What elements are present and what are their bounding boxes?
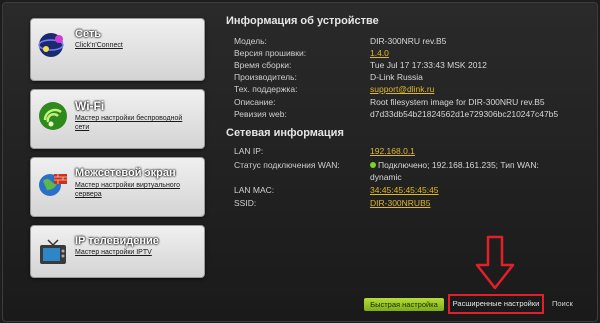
tile-network[interactable]: Сеть Click'n'Connect	[30, 18, 205, 81]
vendor-value: D-Link Russia	[370, 72, 423, 82]
advanced-settings-button[interactable]: Расширенные настройки	[448, 294, 544, 314]
network-globe-icon	[38, 33, 64, 57]
firmware-label: Версия прошивки:	[234, 48, 307, 58]
firewall-globe-icon	[39, 174, 67, 196]
description-label: Описание:	[234, 97, 276, 107]
lan-mac-label: LAN MAC:	[234, 185, 275, 195]
web-revision-label: Ревизия web:	[234, 109, 287, 119]
tile-firewall-subtitle[interactable]: Мастер настройки виртуального сервера	[75, 181, 197, 199]
firmware-value-link[interactable]: 1.4.0	[370, 48, 389, 58]
vendor-label: Производитель:	[234, 72, 297, 82]
lan-ip-link[interactable]: 192.168.0.1	[370, 146, 415, 156]
tile-wifi[interactable]: Wi-Fi Мастер настройки беспроводной сети	[30, 89, 205, 149]
support-email-link[interactable]: support@dlink.ru	[370, 84, 434, 94]
wan-status-label: Статус подключения WAN:	[234, 160, 340, 170]
tile-wifi-subtitle[interactable]: Мастер настройки беспроводной сети	[75, 114, 197, 132]
wifi-icon	[39, 102, 67, 130]
network-info-heading: Сетевая информация	[226, 127, 344, 139]
lan-ip-label: LAN IP:	[234, 146, 264, 156]
quick-setup-button[interactable]: Быстрая настройка	[364, 298, 444, 311]
red-arrow-icon	[475, 235, 515, 290]
lan-mac-value[interactable]: 34:45:45:45:45:45	[370, 185, 439, 195]
web-revision-value: d7d33db54b21824562d1e729306bc210247c47b5	[370, 109, 559, 119]
tile-wifi-title: Wi-Fi	[75, 99, 105, 113]
tile-firewall-title: Межсетевой экран	[75, 167, 176, 179]
wan-type-value: dynamic	[370, 172, 402, 182]
search-link[interactable]: Поиск	[552, 299, 573, 308]
status-dot-icon	[370, 162, 376, 168]
ssid-label: SSID:	[234, 198, 257, 208]
tile-iptv-title: IP телевидение	[75, 235, 159, 247]
model-label: Модель:	[234, 36, 267, 46]
tile-network-subtitle[interactable]: Click'n'Connect	[75, 41, 197, 50]
ssid-link[interactable]: DIR-300NRUB5	[370, 198, 430, 208]
wan-status-value: Подключено; 192.168.161.235; Тип WAN:	[378, 160, 539, 170]
build-time-value: Tue Jul 17 17:33:43 MSK 2012	[370, 60, 487, 70]
model-value: DIR-300NRU rev.B5	[370, 36, 447, 46]
description-value: Root filesystem image for DIR-300NRU rev…	[370, 97, 545, 107]
tv-icon	[40, 239, 66, 264]
build-time-label: Время сборки:	[234, 60, 292, 70]
device-info-heading: Информация об устройстве	[226, 15, 379, 27]
tile-iptv[interactable]: IP телевидение Мастер настройки IPTV	[30, 225, 205, 278]
tile-iptv-subtitle[interactable]: Мастер настройки IPTV	[75, 248, 197, 257]
tile-network-title: Сеть	[75, 28, 102, 40]
support-label: Тех. поддержка:	[234, 84, 298, 94]
tile-firewall[interactable]: Межсетевой экран Мастер настройки виртуа…	[30, 157, 205, 217]
